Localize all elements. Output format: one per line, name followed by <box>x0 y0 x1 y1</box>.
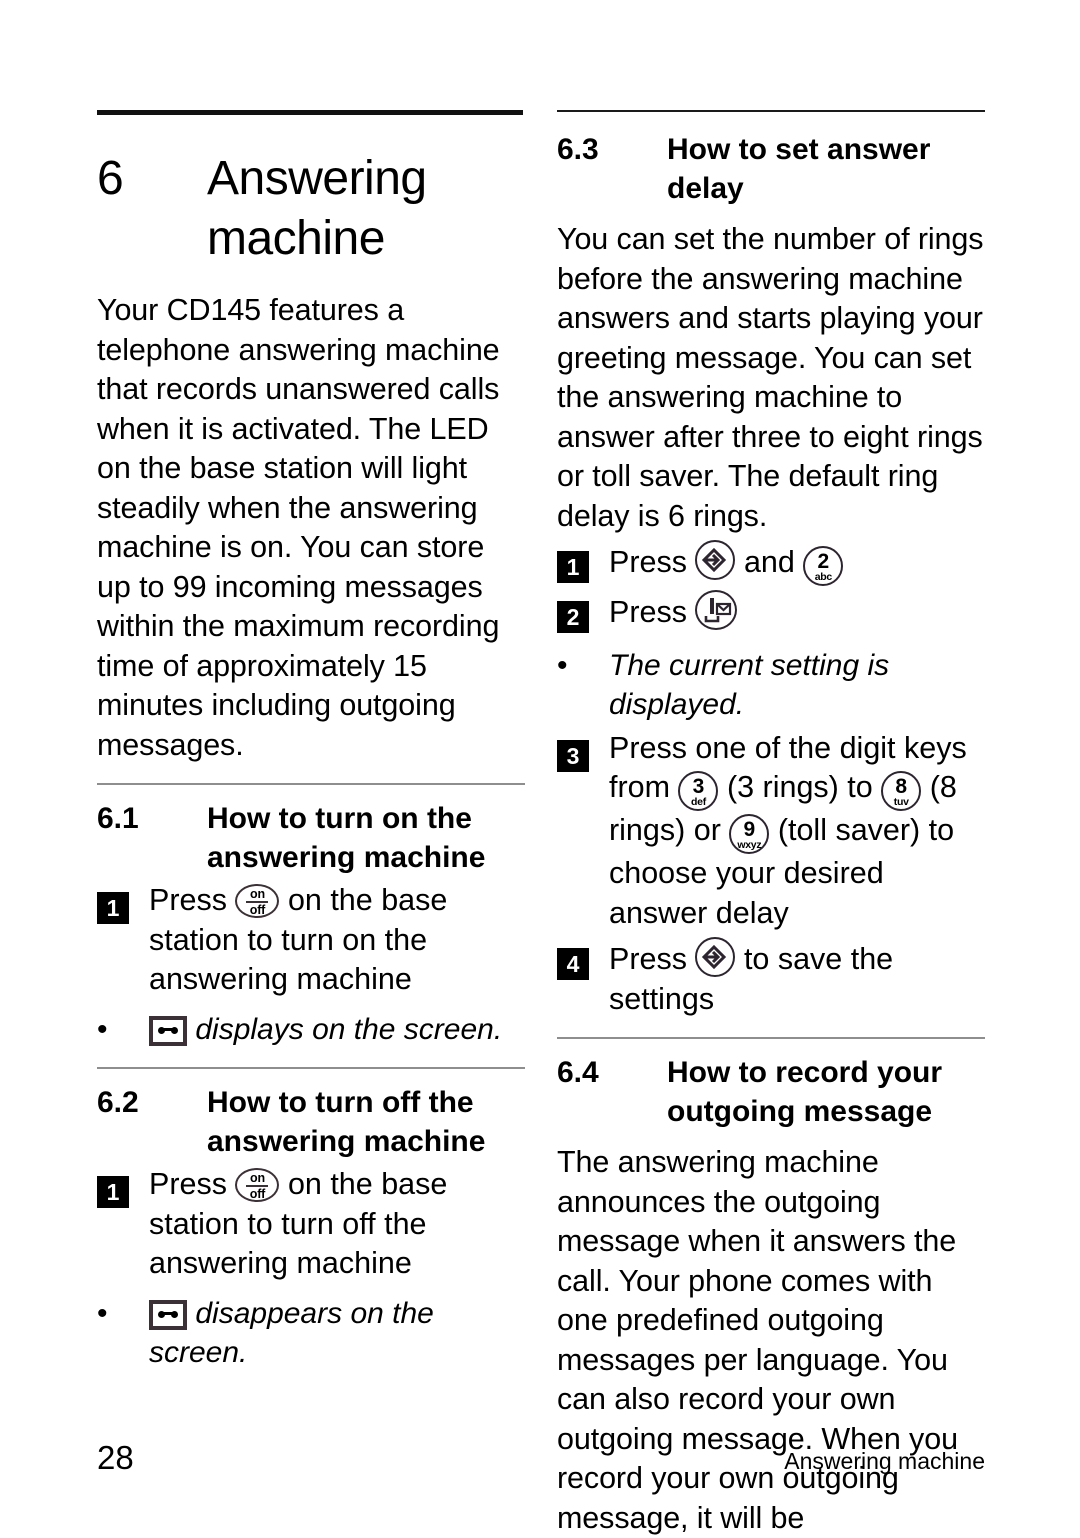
tape-reel-right <box>171 1310 178 1318</box>
section-divider <box>557 1037 985 1039</box>
section-intro-paragraph: The answering machine announces the outg… <box>557 1145 958 1535</box>
digit-letters: def <box>691 796 706 808</box>
section-divider <box>97 1067 525 1069</box>
step-text-before: Press <box>609 942 687 976</box>
running-head: Answering machine <box>784 1448 985 1474</box>
note-text: disappears on the screen. <box>149 1294 525 1373</box>
step-text: Press on off on the base station to turn… <box>149 1165 525 1284</box>
section-number: 6.4 <box>557 1056 599 1089</box>
off-label: off <box>249 903 266 917</box>
step-badge: 2 <box>557 596 609 636</box>
digit: 8 <box>895 775 908 798</box>
note-text: The current setting is displayed. <box>609 648 890 722</box>
on-label: on <box>250 1171 265 1185</box>
step-number: 1 <box>97 892 129 924</box>
note-item: • disappears on the screen. <box>97 1294 525 1373</box>
bullet-dot: • <box>557 648 568 682</box>
step-badge: 1 <box>97 1171 149 1284</box>
step-item: 3 Press one of the digit keys from 3 def… <box>557 729 985 934</box>
section-title: How to turn off the answering machine <box>207 1086 486 1158</box>
step-text: Press on off on the base station to turn… <box>149 881 525 1000</box>
step-item: 1 Press on off on the base station to tu… <box>97 881 525 1000</box>
digit-letters: abc <box>814 571 833 583</box>
step-text-before: Press <box>609 595 687 629</box>
section-title: How to turn on the answering machine <box>207 802 486 874</box>
note-label: disappears on the screen. <box>149 1296 434 1370</box>
digit-2-key-icon: 2 abc <box>803 546 844 586</box>
section-divider <box>97 783 525 785</box>
step-item: 2 Press <box>557 590 985 636</box>
bullet-dot: • <box>97 1296 108 1330</box>
section-heading-6-4: 6.4 How to record your outgoing message <box>557 1053 985 1131</box>
step-text-part-b: (3 rings) to <box>726 770 873 804</box>
menu-select-key-icon <box>695 937 736 977</box>
on-off-key-icon: on off <box>235 884 280 918</box>
digit: 2 <box>817 550 830 573</box>
step-text-before: Press <box>609 545 687 579</box>
step-item: 1 Press on off on the base station to tu… <box>97 1165 525 1284</box>
step-number: 3 <box>557 739 589 772</box>
step-item: 1 Press and 2 abc <box>557 540 985 586</box>
digit-3-key-icon: 3 def <box>678 771 719 811</box>
left-column: 6 Answering machine Your CD145 features … <box>97 110 525 1373</box>
right-column: 6.3 How to set answer delay You can set … <box>557 110 985 1538</box>
step-text: Press to save the settings <box>609 937 985 1019</box>
note-label: displays on the screen. <box>195 1012 503 1046</box>
chapter-number: 6 <box>97 152 124 205</box>
step-item: 4 Press to save the settings <box>557 937 985 1019</box>
page-number: 28 <box>97 1439 134 1476</box>
chapter-title: 6 Answering machine <box>97 149 525 269</box>
chapter-rule <box>97 110 523 115</box>
bullet-dot: • <box>97 1012 108 1046</box>
page-footer: 28 Answering machine <box>97 1440 985 1476</box>
cassette-tape-icon <box>149 1015 187 1046</box>
digit-9-key-icon: 9 wxyz <box>729 814 770 854</box>
step-number: 4 <box>557 948 589 980</box>
digit-letters: wxyz <box>737 839 762 851</box>
note-text: displays on the screen. <box>149 1010 525 1050</box>
digit-8-key-icon: 8 tuv <box>881 771 922 811</box>
manual-page: 6 Answering machine Your CD145 features … <box>0 0 1080 1535</box>
column-rule <box>557 110 985 112</box>
section-heading-6-2: 6.2 How to turn off the answering machin… <box>97 1083 525 1161</box>
chapter-name: Answering machine <box>207 152 427 265</box>
step-text: Press one of the digit keys from 3 def (… <box>609 729 985 934</box>
step-text: Press and 2 abc <box>609 540 985 586</box>
step-badge: 1 <box>557 546 609 586</box>
step-badge: 1 <box>97 887 149 1000</box>
step-text-middle: and <box>743 545 795 579</box>
chapter-intro-paragraph: Your CD145 features a telephone answerin… <box>97 293 500 762</box>
note-item: • displays on the screen. <box>97 1010 525 1050</box>
section-heading-6-1: 6.1 How to turn on the answering machine <box>97 799 525 877</box>
section-number: 6.1 <box>97 802 139 835</box>
digit: 3 <box>692 775 705 798</box>
cassette-tape-icon <box>149 1299 187 1330</box>
menu-select-key-icon <box>695 540 736 580</box>
digit: 9 <box>743 818 756 841</box>
step-badge: 3 <box>557 735 609 934</box>
step-number: 1 <box>557 551 589 583</box>
section-title: How to set answer delay <box>667 133 931 205</box>
tape-reel-left <box>158 1310 165 1318</box>
step-text-before: Press <box>149 883 227 917</box>
answering-machine-key-icon <box>695 590 738 630</box>
step-number: 1 <box>97 1176 129 1208</box>
tape-reel-right <box>171 1026 178 1034</box>
note-item: • The current setting is displayed. <box>557 646 985 725</box>
off-label: off <box>249 1187 266 1201</box>
on-label: on <box>250 887 265 901</box>
tape-reel-left <box>158 1026 165 1034</box>
section-number: 6.2 <box>97 1086 139 1119</box>
on-off-key-icon: on off <box>235 1168 280 1202</box>
step-number: 2 <box>557 601 589 633</box>
step-text: Press <box>609 590 985 636</box>
section-number: 6.3 <box>557 133 599 166</box>
section-heading-6-3: 6.3 How to set answer delay <box>557 130 985 208</box>
digit-letters: tuv <box>893 796 909 808</box>
section-title: How to record your outgoing message <box>667 1056 943 1128</box>
step-badge: 4 <box>557 943 609 1019</box>
section-intro-paragraph: You can set the number of rings before t… <box>557 222 984 533</box>
step-text-before: Press <box>149 1167 227 1201</box>
